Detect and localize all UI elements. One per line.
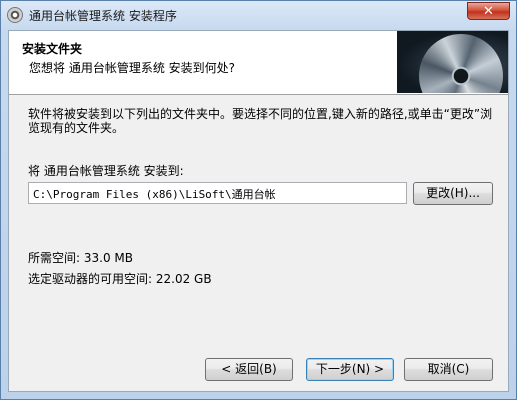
- cancel-button[interactable]: 取消(C): [404, 358, 493, 381]
- instruction-text: 软件将被安装到以下列出的文件夹中。要选择不同的位置,键入新的路径,或单击“更改”…: [28, 107, 493, 135]
- install-to-label: 将 通用台帐管理系统 安装到:: [28, 164, 184, 178]
- install-path-input[interactable]: C:\Program Files (x86)\LiSoft\通用台帐: [28, 182, 407, 204]
- header-subtitle: 您想将 通用台帐管理系统 安装到何处?: [29, 61, 235, 75]
- cd-disc-graphic: [419, 34, 503, 93]
- header-banner-image: [397, 31, 508, 93]
- dialog-client-area: 安装文件夹 您想将 通用台帐管理系统 安装到何处? 软件将被安装到以下列出的文件…: [8, 30, 509, 392]
- close-icon: ✕: [483, 4, 494, 19]
- title-bar[interactable]: 通用台帐管理系统 安装程序 ✕: [1, 1, 516, 29]
- close-button[interactable]: ✕: [467, 2, 510, 20]
- installer-window: 通用台帐管理系统 安装程序 ✕ 安装文件夹 您想将 通用台帐管理系统 安装到何处…: [0, 0, 517, 400]
- header-panel: 安装文件夹 您想将 通用台帐管理系统 安装到何处?: [9, 31, 508, 95]
- header-title: 安装文件夹: [22, 42, 83, 56]
- installer-disc-icon: [7, 7, 23, 23]
- next-button[interactable]: 下一步(N) >: [306, 358, 394, 381]
- space-available-text: 选定驱动器的可用空间: 22.02 GB: [28, 272, 212, 286]
- back-button[interactable]: < 返回(B): [205, 358, 293, 381]
- change-folder-button[interactable]: 更改(H)...: [413, 182, 493, 205]
- window-title: 通用台帐管理系统 安装程序: [29, 9, 177, 23]
- space-required-text: 所需空间: 33.0 MB: [28, 251, 133, 265]
